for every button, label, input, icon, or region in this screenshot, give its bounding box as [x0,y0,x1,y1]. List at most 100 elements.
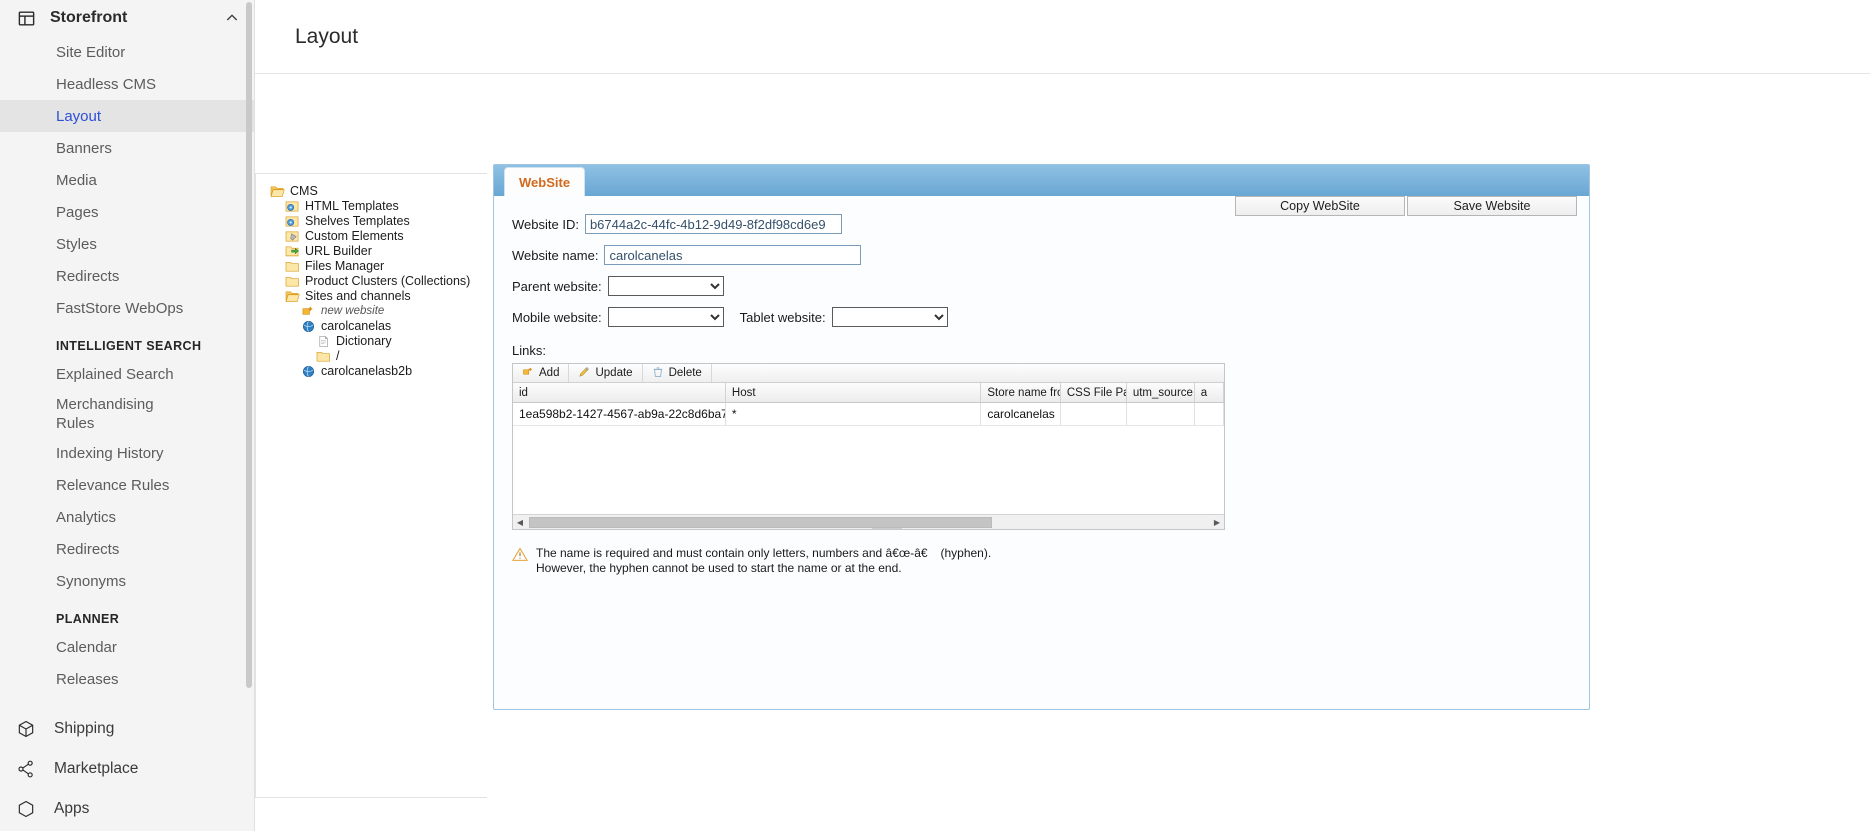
links-grid-header: id Host Store name from LI CSS File Path… [513,383,1224,403]
tree-node-label: CMS [290,184,318,198]
share-nodes-icon [16,759,36,779]
sidebar-item-indexing-history[interactable]: Indexing History [0,437,254,469]
sidebar-item-styles[interactable]: Styles [0,228,254,260]
sidebar-item-layout[interactable]: Layout [0,100,254,132]
links-grid-hscrollbar[interactable]: ◀ ▶ [513,514,1224,529]
add-link-button[interactable]: Add [513,364,570,382]
column-header-id[interactable]: id [513,383,726,402]
website-tabbar: WebSite [494,165,1589,196]
sidebar-item-label: Apps [54,800,90,817]
tree-node-new-website[interactable]: new website [268,304,487,319]
sidebar-item-banners[interactable]: Banners [0,132,254,164]
sidebar-header[interactable]: Storefront [0,0,254,36]
sidebar-item-faststore-webops[interactable]: FastStore WebOps [0,292,254,324]
column-header-store-name[interactable]: Store name from LI [981,383,1061,402]
column-header-extra[interactable]: a [1195,383,1224,402]
sidebar-item-label: Layout [56,107,102,125]
table-row[interactable]: 1ea598b2-1427-4567-ab9a-22c8d6ba79eb * c… [513,403,1224,426]
mobile-website-select[interactable] [607,307,724,327]
sidebar-item-label: Media [56,171,97,189]
new-website-icon [301,305,316,318]
tablet-website-select[interactable] [831,307,948,327]
chevron-up-icon[interactable] [224,10,240,26]
parent-website-select[interactable] [607,276,724,296]
sidebar-item-merchandising-rules[interactable]: Merchandising Rules [0,390,254,437]
tree-node-product-clusters[interactable]: Product Clusters (Collections) [268,274,487,289]
sidebar-item-analytics[interactable]: Analytics [0,501,254,533]
parent-website-label: Parent website: [512,278,602,294]
tree-node-label: Files Manager [305,259,385,273]
mobile-website-label: Mobile website: [512,309,602,325]
cell-extra [1195,403,1224,425]
sidebar-item-label: Styles [56,235,97,253]
website-id-label: Website ID: [512,216,579,232]
sidebar-item-label: Synonyms [56,572,127,590]
sidebar-item-relevance-rules[interactable]: Relevance Rules [0,469,254,501]
tree-node-dictionary[interactable]: Dictionary [268,334,487,349]
tree-node-root-path[interactable]: / [268,349,487,364]
tree-node-label: URL Builder [305,244,372,258]
cell-css-file-path [1061,403,1127,425]
app-root: Storefront Site Editor Headless CMS Layo… [0,0,1870,831]
sidebar-item-calendar[interactable]: Calendar [0,631,254,663]
panel-action-buttons: Copy WebSite Save Website [1235,196,1577,216]
links-grid-body: 1ea598b2-1427-4567-ab9a-22c8d6ba79eb * c… [513,403,1224,426]
sidebar-item-label: Pages [56,203,99,221]
field-website-id: Website ID: [512,214,1589,234]
tree-node-carolcanelasb2b[interactable]: carolcanelasb2b [268,364,487,379]
column-header-host[interactable]: Host [726,383,982,402]
add-link-label: Add [539,367,560,379]
sidebar-item-label: Relevance Rules [56,476,170,494]
sidebar-item-headless-cms[interactable]: Headless CMS [0,68,254,100]
tree-node-files-manager[interactable]: Files Manager [268,259,487,274]
apps-icon [16,799,36,819]
sidebar-item-redirects[interactable]: Redirects [0,260,254,292]
validation-warning-text: The name is required and must contain on… [536,546,991,576]
tree-node-label: Dictionary [336,334,392,348]
tab-website[interactable]: WebSite [504,167,586,196]
sidebar-item-synonyms[interactable]: Synonyms [0,565,254,597]
tree-node-shelves-templates[interactable]: Shelves Templates [268,214,487,229]
delete-link-label: Delete [668,367,702,379]
sidebar-item-apps[interactable]: Apps [0,789,254,829]
sidebar-item-site-editor[interactable]: Site Editor [0,36,254,68]
template-icon [285,215,300,228]
sidebar-item-releases[interactable]: Releases [0,663,254,695]
website-id-input[interactable] [584,214,842,234]
globe-icon [301,365,316,378]
folder-icon [285,275,300,288]
tree-node-cms[interactable]: CMS [268,184,487,199]
sidebar-item-redirects-search[interactable]: Redirects [0,533,254,565]
sidebar-item-explained-search[interactable]: Explained Search [0,358,254,390]
website-name-input[interactable] [604,245,862,265]
scroll-thumb[interactable] [529,516,992,528]
update-link-button[interactable]: Update [569,364,643,382]
sidebar-item-media[interactable]: Media [0,164,254,196]
scroll-right-arrow-icon[interactable]: ▶ [1210,515,1224,529]
url-builder-icon [285,245,300,258]
tree-node-carolcanelas[interactable]: carolcanelas [268,319,487,334]
content-area: CMS HTML Templates Shelves Templates Cus… [255,74,1870,831]
save-website-label: Save Website [1453,199,1531,213]
tree-node-html-templates[interactable]: HTML Templates [268,199,487,214]
column-header-utm-source[interactable]: utm_source [1127,383,1195,402]
sidebar-item-label: Marketplace [54,760,139,777]
save-website-button[interactable]: Save Website [1407,196,1577,216]
sidebar-item-label: Shipping [54,720,115,737]
warning-line-1: The name is required and must contain on… [536,546,992,560]
scroll-track[interactable] [527,516,1210,529]
sidebar-item-pages[interactable]: Pages [0,196,254,228]
tree-node-url-builder[interactable]: URL Builder [268,244,487,259]
document-icon [316,335,331,348]
sidebar-item-shipping[interactable]: Shipping [0,709,254,749]
copy-website-button[interactable]: Copy WebSite [1235,196,1405,216]
tree-node-sites-and-channels[interactable]: Sites and channels [268,289,487,304]
folder-icon [316,350,331,363]
tree-node-custom-elements[interactable]: Custom Elements [268,229,487,244]
scroll-left-arrow-icon[interactable]: ◀ [513,515,527,529]
cell-id: 1ea598b2-1427-4567-ab9a-22c8d6ba79eb [513,403,726,425]
delete-link-button[interactable]: Delete [643,364,712,382]
column-header-css-file-path[interactable]: CSS File Path [1061,383,1127,402]
sidebar-scrollbar[interactable] [246,2,252,688]
sidebar-item-marketplace[interactable]: Marketplace [0,749,254,789]
